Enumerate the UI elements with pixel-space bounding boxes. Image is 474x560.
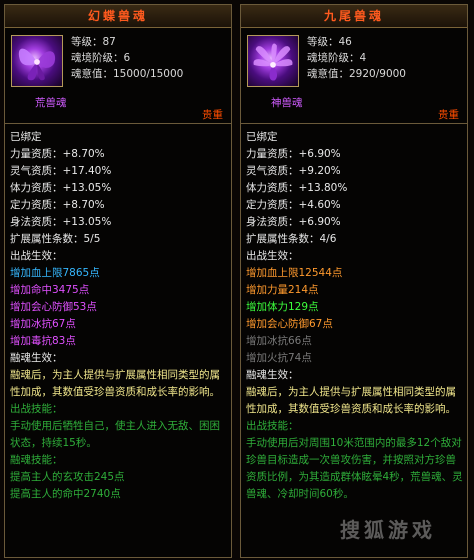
attribute-line: 增加命中3475点 [10, 284, 90, 296]
attribute-line: 增加血上限12544点 [246, 267, 343, 279]
attribute-line: 融魂生效： [246, 369, 299, 381]
left-item-tooltip: 幻蝶兽魂 等级：87 魂境阶级：6 魂意值：15000/15000 荒兽魂 贵重… [4, 4, 232, 558]
attribute-line: 融魂技能： [10, 454, 63, 466]
item-stats: 等级：87 魂境阶级：6 魂意值：15000/15000 [71, 34, 183, 82]
attribute-line: 力量资质：+8.70% [10, 148, 105, 160]
item-title: 幻蝶兽魂 [5, 5, 231, 28]
attribute-line: 出战生效： [10, 250, 63, 262]
attribute-line: 增加会心防御67点 [246, 318, 333, 330]
attribute-line: 增加体力129点 [246, 301, 319, 313]
soul-kind: 荒兽魂 [35, 97, 67, 109]
attribute-line: 增加冰抗67点 [10, 318, 76, 330]
attribute-line: 扩展属性条数：5/5 [10, 233, 101, 245]
attribute-line: 增加力量214点 [246, 284, 319, 296]
item-header: 等级：87 魂境阶级：6 魂意值：15000/15000 荒兽魂 [5, 28, 231, 110]
item-title: 九尾兽魂 [241, 5, 467, 28]
rarity-label: 贵重 [202, 109, 223, 121]
realm-stat: 魂境阶级：4 [307, 52, 367, 64]
attribute-line: 力量资质：+6.90% [246, 148, 341, 160]
attribute-line: 融魂生效： [10, 352, 63, 364]
attribute-line: 身法资质：+6.90% [246, 216, 341, 228]
divider [241, 123, 467, 124]
rarity-label: 贵重 [438, 109, 459, 121]
attribute-line: 增加毒抗83点 [10, 335, 76, 347]
attribute-line: 增加冰抗66点 [246, 335, 312, 347]
attribute-line: 手动使用后对周围10米范围内的最多12个敌对珍兽目标造成一次兽攻伤害，并按照对方… [246, 437, 463, 500]
attribute-line: 出战技能： [10, 403, 63, 415]
level-stat: 等级：46 [307, 36, 352, 48]
attribute-line: 融魂后，为主人提供与扩展属性相同类型的属性加成，其数值受珍兽资质和成长率的影响。 [10, 369, 220, 398]
attribute-line: 体力资质：+13.80% [246, 182, 348, 194]
attribute-line: 定力资质：+8.70% [10, 199, 105, 211]
attribute-line: 融魂后，为主人提供与扩展属性相同类型的属性加成，其数值受珍兽资质和成长率的影响。 [246, 386, 456, 415]
level-stat: 等级：87 [71, 36, 116, 48]
attribute-line: 提高主人的玄攻击245点 [10, 471, 125, 483]
attribute-line: 已绑定 [246, 131, 278, 143]
realm-stat: 魂境阶级：6 [71, 52, 131, 64]
attribute-list: 已绑定力量资质：+8.70% 灵气资质：+17.40% 体力资质：+13.05% 定力… [10, 129, 228, 503]
right-item-tooltip: 九尾兽魂 等级：46 魂境阶级：4 魂意值：2920/9000 神兽魂 贵重 已 [240, 4, 468, 558]
item-stats: 等级：46 魂境阶级：4 魂意值：2920/9000 [307, 34, 406, 82]
attribute-line: 手动使用后牺牲自己，使主人进入无敌、困困状态，持续15秒。 [10, 420, 220, 449]
divider [5, 123, 231, 124]
attribute-list: 已绑定力量资质：+6.90% 灵气资质：+9.20% 体力资质：+13.80% 定力资… [246, 129, 464, 503]
attribute-line: 身法资质：+13.05% [10, 216, 112, 228]
soul-value-stat: 魂意值：2920/9000 [307, 68, 406, 80]
attribute-line: 增加会心防御53点 [10, 301, 97, 313]
attribute-line: 出战技能： [246, 420, 299, 432]
nine-tail-beast-soul-icon [247, 35, 299, 87]
attribute-line: 提高主人的命中2740点 [10, 488, 121, 500]
attribute-line: 体力资质：+13.05% [10, 182, 112, 194]
soul-value-stat: 魂意值：15000/15000 [71, 68, 184, 80]
attribute-line: 出战生效： [246, 250, 299, 262]
attribute-line: 已绑定 [10, 131, 42, 143]
attribute-line: 灵气资质：+17.40% [10, 165, 112, 177]
butterfly-beast-soul-icon [11, 35, 63, 87]
attribute-line: 增加火抗74点 [246, 352, 312, 364]
attribute-line: 灵气资质：+9.20% [246, 165, 341, 177]
attribute-line: 扩展属性条数：4/6 [246, 233, 337, 245]
attribute-line: 定力资质：+4.60% [246, 199, 341, 211]
watermark-logo: 搜狐游戏 [340, 518, 436, 542]
item-header: 等级：46 魂境阶级：4 魂意值：2920/9000 神兽魂 [241, 28, 467, 110]
soul-kind: 神兽魂 [271, 97, 303, 109]
attribute-line: 增加血上限7865点 [10, 267, 100, 279]
